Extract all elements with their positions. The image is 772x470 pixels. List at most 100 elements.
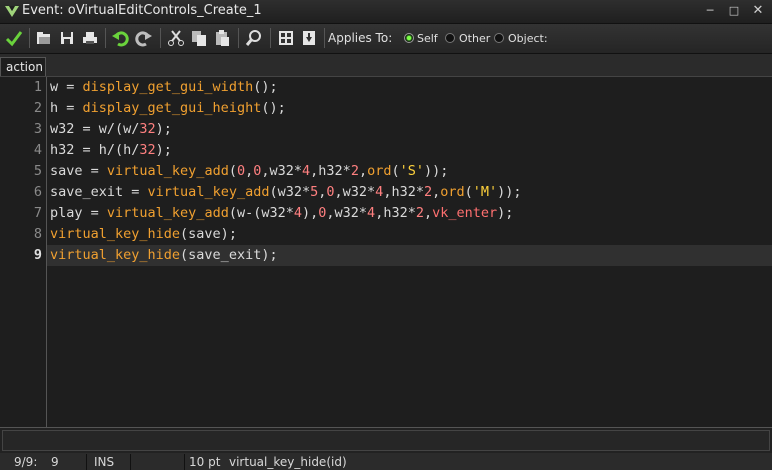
find-icon[interactable] bbox=[244, 28, 264, 48]
code-token: virtual_key_hide bbox=[50, 247, 181, 263]
code-token: ( bbox=[228, 163, 237, 179]
line-number: 4 bbox=[33, 142, 42, 158]
radio-other[interactable] bbox=[445, 33, 455, 43]
code-token: vk_enter bbox=[432, 205, 498, 221]
radio-other-label[interactable]: Other bbox=[459, 32, 490, 45]
toolbar-separator bbox=[324, 28, 325, 48]
code-token: 2 bbox=[423, 184, 433, 200]
code-token: (save_exit); bbox=[180, 247, 278, 263]
maximize-icon[interactable]: □ bbox=[724, 4, 744, 17]
code-token: )); bbox=[497, 184, 522, 200]
title-bar: Event: oVirtualEditControls_Create_1 ─ □… bbox=[0, 0, 772, 24]
grid-icon[interactable] bbox=[276, 28, 296, 48]
code-token: play = bbox=[50, 205, 107, 221]
code-token: ,w32* bbox=[334, 184, 376, 200]
code-token: virtual_key_add bbox=[106, 163, 229, 179]
code-token: (w-(w32* bbox=[228, 205, 294, 221]
code-line[interactable]: virtual_key_hide(save); bbox=[50, 224, 772, 245]
toolbar-separator bbox=[160, 28, 161, 48]
code-token: ,w32* bbox=[261, 163, 303, 179]
code-token: 0 bbox=[236, 163, 246, 179]
code-area[interactable]: w = display_get_gui_width(); h = display_… bbox=[47, 77, 772, 427]
code-token: h32 = h/(h/ bbox=[50, 142, 140, 158]
toolbar-separator bbox=[270, 28, 271, 48]
status-bar: 9/9: 9 INS 10 pt virtual_key_hide(id) bbox=[0, 453, 772, 470]
code-token: )); bbox=[424, 163, 449, 179]
paste-icon[interactable] bbox=[212, 28, 232, 48]
code-token: save_exit = bbox=[50, 184, 148, 200]
line-number: 7 bbox=[33, 205, 42, 221]
applies-to-label: Applies To: bbox=[328, 31, 393, 45]
code-token: , bbox=[432, 184, 441, 200]
code-editor[interactable]: 123456789 w = display_get_gui_width(); h … bbox=[0, 77, 772, 427]
minimize-icon[interactable]: ─ bbox=[700, 4, 720, 17]
code-token: (); bbox=[253, 79, 278, 95]
insert-icon[interactable] bbox=[299, 28, 319, 48]
code-token: 'S' bbox=[399, 163, 425, 179]
status-separator bbox=[184, 454, 185, 470]
line-number: 3 bbox=[33, 121, 42, 137]
code-token: , bbox=[358, 163, 368, 179]
code-line[interactable]: w = display_get_gui_width(); bbox=[50, 77, 772, 98]
code-line[interactable]: h32 = h/(h/32); bbox=[50, 140, 772, 161]
cut-icon[interactable] bbox=[166, 28, 186, 48]
code-line[interactable]: h = display_get_gui_height(); bbox=[50, 98, 772, 119]
toolbar-separator bbox=[105, 28, 106, 48]
close-icon[interactable]: ✕ bbox=[748, 4, 768, 17]
save-icon[interactable] bbox=[57, 28, 77, 48]
status-font-size: 10 pt bbox=[189, 455, 221, 469]
code-token: save = bbox=[50, 163, 107, 179]
code-line[interactable]: virtual_key_hide(save_exit); bbox=[47, 245, 772, 266]
code-line[interactable]: save = virtual_key_add(0,0,w32*4,h32*2,o… bbox=[50, 161, 772, 182]
print-icon[interactable] bbox=[80, 28, 100, 48]
redo-icon[interactable] bbox=[134, 28, 154, 48]
output-panel bbox=[0, 427, 772, 454]
status-column: 9 bbox=[51, 455, 59, 469]
toolbar: Applies To: Self Other Object: bbox=[0, 24, 772, 54]
code-token: 2 bbox=[350, 163, 359, 179]
code-token: virtual_key_hide bbox=[50, 226, 181, 242]
code-token: ( bbox=[464, 184, 473, 200]
code-token: h = bbox=[50, 100, 83, 116]
radio-self-label[interactable]: Self bbox=[417, 32, 438, 45]
status-separator bbox=[130, 454, 131, 470]
line-number: 6 bbox=[33, 184, 42, 200]
open-file-icon[interactable] bbox=[34, 28, 54, 48]
line-number: 1 bbox=[33, 79, 42, 95]
code-token: ,h32* bbox=[375, 205, 416, 221]
code-line[interactable]: play = virtual_key_add(w-(w32*4),0,w32*4… bbox=[50, 203, 772, 224]
code-token: 32 bbox=[139, 121, 156, 137]
code-token: 4 bbox=[293, 205, 302, 221]
status-hint: virtual_key_hide(id) bbox=[229, 455, 347, 469]
code-token: , bbox=[423, 205, 433, 221]
code-token: virtual_key_add bbox=[106, 205, 229, 221]
radio-object[interactable] bbox=[494, 33, 504, 43]
code-line[interactable]: w32 = w/(w/32); bbox=[50, 119, 772, 140]
code-token: ,h32* bbox=[383, 184, 424, 200]
code-token: 32 bbox=[139, 142, 156, 158]
undo-icon[interactable] bbox=[110, 28, 130, 48]
code-token: 'M' bbox=[472, 184, 498, 200]
code-token: ,h32* bbox=[310, 163, 351, 179]
output-box bbox=[2, 430, 770, 451]
code-token: 4 bbox=[367, 205, 376, 221]
code-token: ); bbox=[155, 121, 172, 137]
code-token: (w32* bbox=[269, 184, 311, 200]
tab-action[interactable]: action bbox=[0, 57, 46, 76]
line-number: 9 bbox=[33, 247, 42, 263]
line-number: 5 bbox=[33, 163, 42, 179]
copy-icon[interactable] bbox=[189, 28, 209, 48]
code-line[interactable]: save_exit = virtual_key_add(w32*5,0,w32*… bbox=[50, 182, 772, 203]
line-number-gutter: 1 2 3 4 5 6 7 8 9 bbox=[0, 77, 47, 427]
radio-self[interactable] bbox=[404, 33, 414, 43]
code-token: ,w32* bbox=[326, 205, 368, 221]
code-token: ); bbox=[155, 142, 172, 158]
window-title: Event: oVirtualEditControls_Create_1 bbox=[22, 3, 262, 18]
code-token: ), bbox=[302, 205, 319, 221]
code-token: (); bbox=[261, 100, 286, 116]
confirm-checkmark-icon[interactable] bbox=[4, 28, 24, 48]
line-number: 2 bbox=[33, 100, 42, 116]
status-position: 9/9: bbox=[14, 455, 38, 469]
status-separator bbox=[86, 454, 87, 470]
radio-object-label[interactable]: Object: bbox=[508, 32, 548, 45]
